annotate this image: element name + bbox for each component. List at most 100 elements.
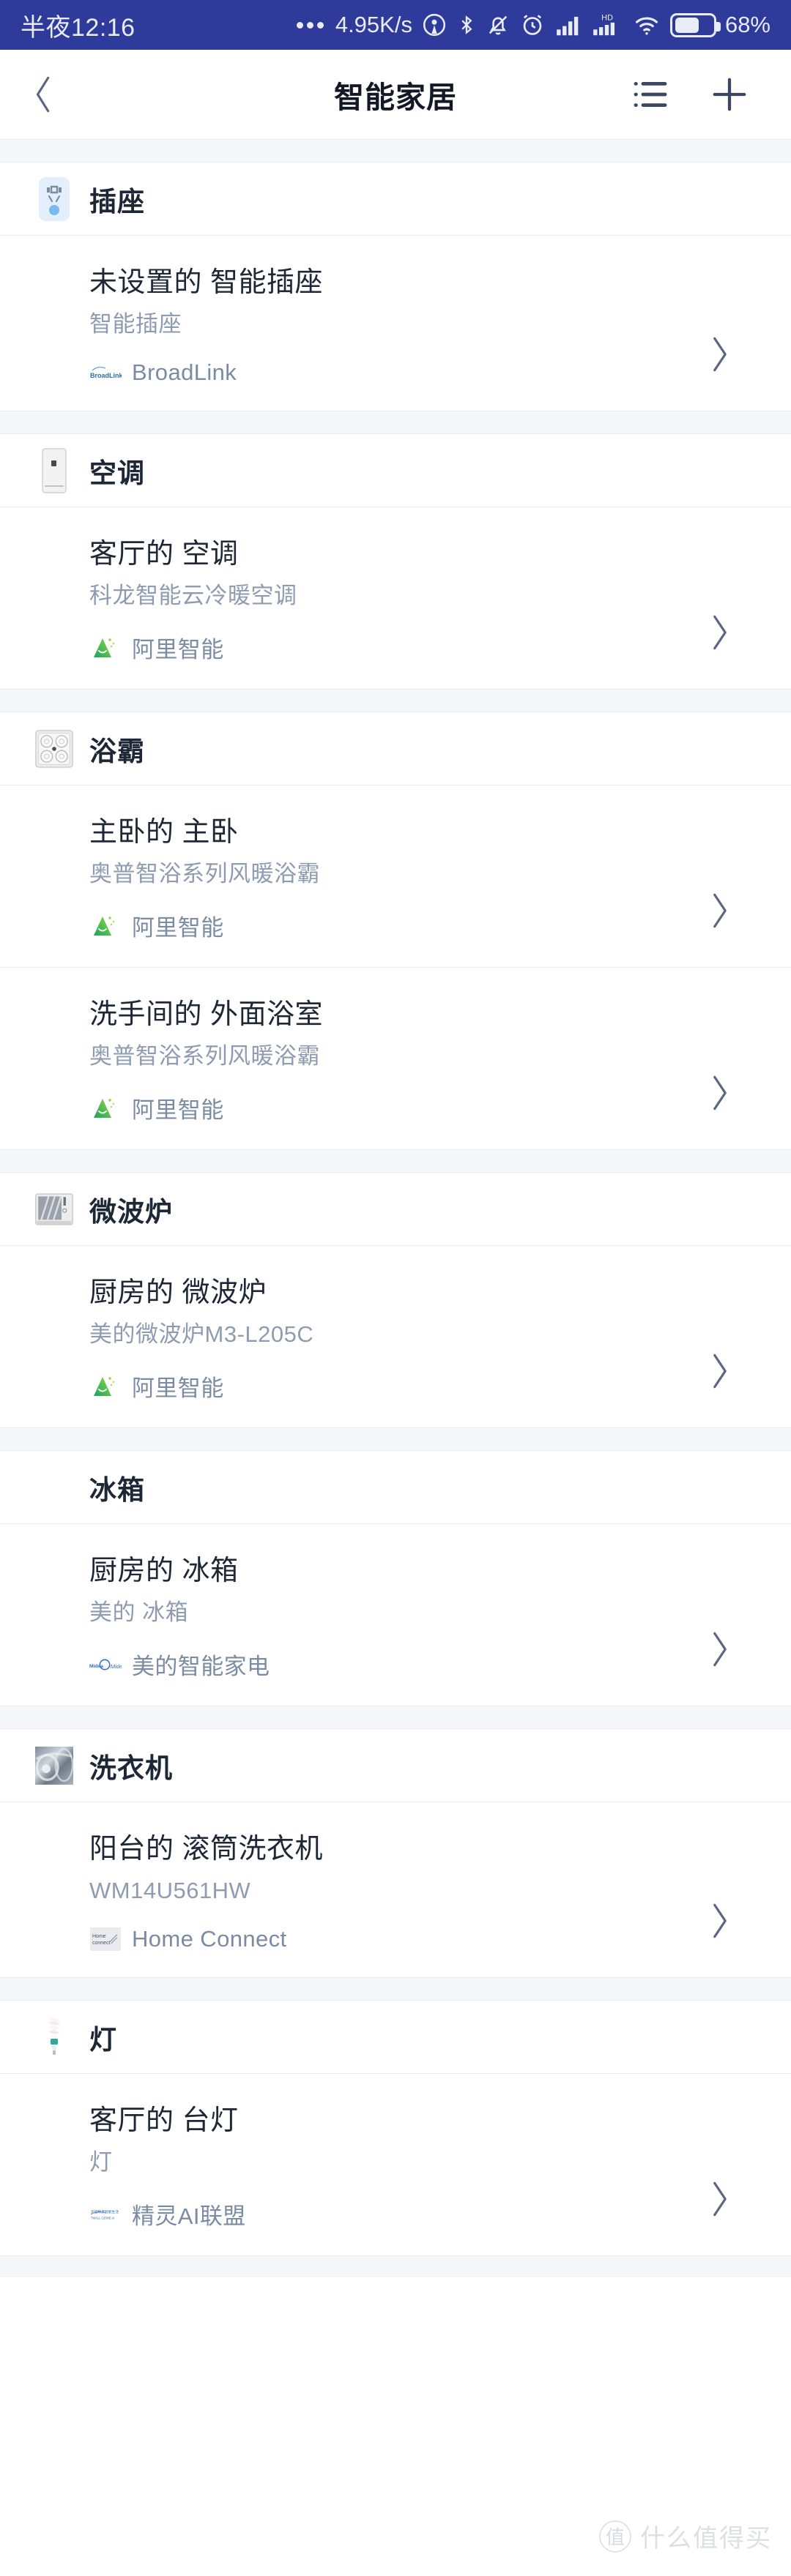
chevron-right-icon	[713, 1075, 727, 1110]
device-name: 洗手间的 外面浴室	[89, 999, 324, 1031]
ali-smart-logo	[94, 1376, 115, 1396]
device-chevron[interactable]	[709, 1074, 731, 1116]
chevron-right-icon	[713, 615, 727, 650]
brand-logo: Home connect	[89, 1927, 122, 1952]
section-header-1: 空调	[0, 434, 791, 508]
brand-logo: Midea Midea	[89, 1652, 122, 1677]
svg-text:BroadLink: BroadLink	[90, 372, 122, 379]
device-row[interactable]: 洗手间的 外面浴室 奥普智浴系列风暖浴霸 阿里智能	[0, 968, 791, 1150]
device-chevron[interactable]	[709, 2180, 731, 2222]
device-model: WM14U561HW	[89, 1877, 251, 1903]
more-dots-icon	[296, 21, 324, 29]
brand-label: 阿里智能	[132, 1375, 224, 1402]
svg-text:天猫精灵智能生活: 天猫精灵智能生活	[91, 2209, 119, 2214]
device-name: 阳台的 滚筒洗衣机	[89, 1834, 324, 1865]
midea-logo: Midea Midea	[89, 1659, 122, 1670]
signal-bars-hd-icon: HD	[593, 14, 615, 36]
section-header-0: 插座	[0, 163, 791, 236]
chevron-right-icon	[713, 337, 727, 372]
device-chevron[interactable]	[709, 335, 731, 377]
watermark-text: 什么值得买	[640, 2525, 772, 2553]
brand-logo: BroadLink	[89, 360, 122, 385]
ali-smart-logo	[94, 638, 115, 657]
device-chevron[interactable]	[709, 892, 731, 933]
device-chevron[interactable]	[709, 1352, 731, 1394]
device-name: 主卧的 主卧	[89, 817, 239, 848]
section-icon	[35, 447, 73, 493]
device-brand: 天猫精灵智能生活 TMALL GENIE AI 精灵AI联盟	[89, 2198, 791, 2230]
device-name: 客厅的 台灯	[89, 2105, 239, 2137]
section-label: 灯	[89, 2024, 117, 2055]
device-model: 灯	[89, 2148, 113, 2175]
home-connect-logo: Home connect	[90, 1927, 121, 1952]
device-chevron[interactable]	[709, 1902, 731, 1944]
section-gap	[0, 1427, 791, 1452]
section-gap	[0, 1149, 791, 1173]
section-label: 微波炉	[89, 1196, 173, 1227]
chevron-right-icon	[713, 1632, 727, 1667]
section-label: 浴霸	[89, 736, 145, 766]
device-row[interactable]: 阳台的 滚筒洗衣机 WM14U561HW Home connect Home C…	[0, 1802, 791, 1978]
device-row[interactable]: 厨房的 冰箱 美的 冰箱 Midea Midea 美的智能家电	[0, 1524, 791, 1706]
section-icon	[35, 2015, 73, 2060]
device-brand: Midea Midea 美的智能家电	[89, 1648, 791, 1681]
chevron-right-icon	[713, 2181, 727, 2217]
ali-smart-logo	[94, 916, 115, 936]
device-row[interactable]: 主卧的 主卧 奥普智浴系列风暖浴霸 阿里智能	[0, 785, 791, 968]
location-icon	[423, 13, 446, 37]
device-chevron[interactable]	[709, 613, 731, 655]
section-icon	[35, 726, 73, 772]
chevron-right-icon	[713, 1903, 727, 1938]
brand-label: Home Connect	[132, 1926, 287, 1952]
svg-text:connect: connect	[92, 1941, 111, 1946]
device-brand: Home connect Home Connect	[89, 1926, 791, 1952]
device-row[interactable]: 未设置的 智能插座 智能插座 BroadLink BroadLink	[0, 236, 791, 411]
device-row[interactable]: 客厅的 台灯 灯 天猫精灵智能生活 TMALL GENIE AI 精灵AI联盟	[0, 2074, 791, 2256]
section-header-4: 冰箱	[0, 1451, 791, 1525]
svg-text:Home: Home	[92, 1934, 106, 1939]
status-bar: 半夜12:16 4.95K/s HD 68%	[0, 0, 791, 50]
power-socket-icon	[39, 176, 70, 221]
section-label: 插座	[89, 186, 145, 217]
device-brand: 阿里智能	[89, 631, 791, 664]
status-time: 半夜12:16	[21, 13, 135, 42]
status-icons: 4.95K/s HD 68%	[296, 11, 770, 39]
section-label: 空调	[89, 458, 145, 488]
page-title: 智能家居	[334, 81, 457, 114]
device-name: 客厅的 空调	[89, 539, 239, 570]
device-brand: 阿里智能	[89, 1091, 791, 1124]
section-label: 冰箱	[89, 1474, 145, 1505]
alarm-clock-icon	[523, 15, 542, 35]
battery-percent: 68%	[724, 12, 770, 37]
device-row[interactable]: 客厅的 空调 科龙智能云冷暖空调 阿里智能	[0, 507, 791, 690]
device-brand: 阿里智能	[89, 909, 791, 942]
section-gap	[0, 139, 791, 163]
device-list: 插座 未设置的 智能插座 智能插座 BroadLink BroadLink 空调…	[0, 139, 791, 2278]
device-name: 厨房的 冰箱	[89, 1556, 239, 1587]
mute-bell-icon	[489, 15, 508, 35]
device-name: 未设置的 智能插座	[89, 267, 324, 298]
battery-icon	[669, 12, 721, 37]
device-model: 智能插座	[89, 310, 182, 337]
section-header-5: 洗衣机	[0, 1729, 791, 1803]
watermark-badge: 值	[599, 2520, 631, 2553]
bluetooth-icon	[461, 15, 472, 34]
microwave-icon	[35, 1192, 73, 1225]
brand-label: 美的智能家电	[132, 1654, 270, 1680]
wifi-icon	[635, 17, 658, 35]
device-row[interactable]: 厨房的 微波炉 美的微波炉M3-L205C 阿里智能	[0, 1246, 791, 1428]
brand-label: 阿里智能	[132, 637, 224, 663]
brand-logo	[89, 1374, 122, 1399]
brand-logo	[89, 1096, 122, 1121]
device-chevron[interactable]	[709, 1630, 731, 1672]
section-icon	[35, 1187, 73, 1232]
device-model: 美的微波炉M3-L205C	[89, 1321, 314, 1347]
light-bulb-icon	[48, 2017, 60, 2055]
section-icon	[35, 176, 73, 222]
brand-logo	[89, 635, 122, 660]
device-brand: BroadLink BroadLink	[89, 359, 791, 386]
section-header-3: 微波炉	[0, 1173, 791, 1247]
device-model: 美的 冰箱	[89, 1599, 189, 1625]
section-header-2: 浴霸	[0, 712, 791, 786]
svg-text:TMALL GENIE AI: TMALL GENIE AI	[91, 2216, 114, 2220]
